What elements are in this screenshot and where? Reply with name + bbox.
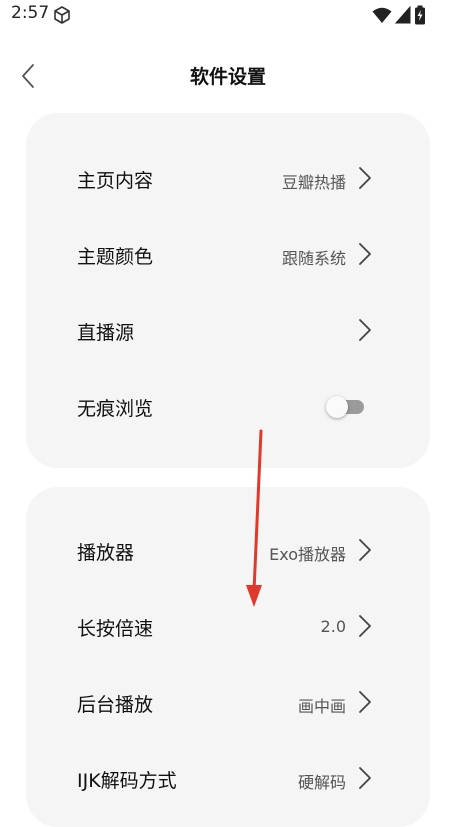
app-header: 软件设置 — [0, 52, 456, 100]
setting-row-home-content[interactable]: 主页内容 豆瓣热播 — [26, 153, 430, 203]
chevron-right-icon — [359, 691, 371, 713]
chevron-right-icon — [359, 243, 371, 265]
status-bar: 2:57 — [0, 0, 456, 32]
cube-icon — [54, 6, 70, 24]
setting-row-incognito: 无痕浏览 — [26, 381, 430, 431]
setting-value: Exo播放器 — [269, 545, 346, 564]
setting-label: 主题颜色 — [77, 246, 154, 268]
setting-value: 豆瓣热播 — [281, 173, 346, 192]
setting-label: 播放器 — [77, 542, 135, 564]
status-icons — [372, 5, 426, 25]
toggle-knob — [326, 396, 348, 418]
setting-value: 2.0 — [320, 617, 346, 636]
setting-row-ijk-decode[interactable]: IJK解码方式 硬解码 — [26, 753, 430, 803]
setting-label: IJK解码方式 — [77, 770, 177, 792]
setting-value: 跟随系统 — [281, 249, 346, 268]
setting-row-long-press-speed[interactable]: 长按倍速 2.0 — [26, 601, 430, 651]
cellular-signal-icon — [395, 6, 411, 24]
status-time: 2:57 — [11, 3, 50, 23]
setting-row-live-source[interactable]: 直播源 — [26, 305, 430, 355]
battery-charging-icon — [415, 5, 425, 25]
setting-label: 长按倍速 — [77, 618, 154, 640]
setting-row-theme-color[interactable]: 主题颜色 跟随系统 — [26, 229, 430, 279]
chevron-right-icon — [359, 767, 371, 789]
settings-card-general: 主页内容 豆瓣热播 主题颜色 跟随系统 直播源 无痕浏览 — [26, 113, 430, 468]
page-title: 软件设置 — [189, 66, 266, 88]
settings-card-player: 播放器 Exo播放器 长按倍速 2.0 后台播放 画中画 IJK解码方式 硬解码 — [26, 487, 430, 827]
setting-label: 后台播放 — [77, 694, 154, 716]
setting-row-player[interactable]: 播放器 Exo播放器 — [26, 525, 430, 575]
wifi-icon — [372, 7, 392, 23]
setting-value: 硬解码 — [297, 773, 346, 792]
chevron-right-icon — [359, 167, 371, 189]
setting-row-background-play[interactable]: 后台播放 画中画 — [26, 677, 430, 727]
setting-label: 主页内容 — [77, 170, 154, 192]
setting-value: 画中画 — [297, 697, 346, 716]
chevron-right-icon — [359, 539, 371, 561]
chevron-right-icon — [359, 615, 371, 637]
chevron-right-icon — [359, 319, 371, 341]
setting-label: 直播源 — [77, 322, 135, 344]
incognito-toggle[interactable] — [326, 395, 366, 419]
setting-label: 无痕浏览 — [77, 398, 154, 420]
